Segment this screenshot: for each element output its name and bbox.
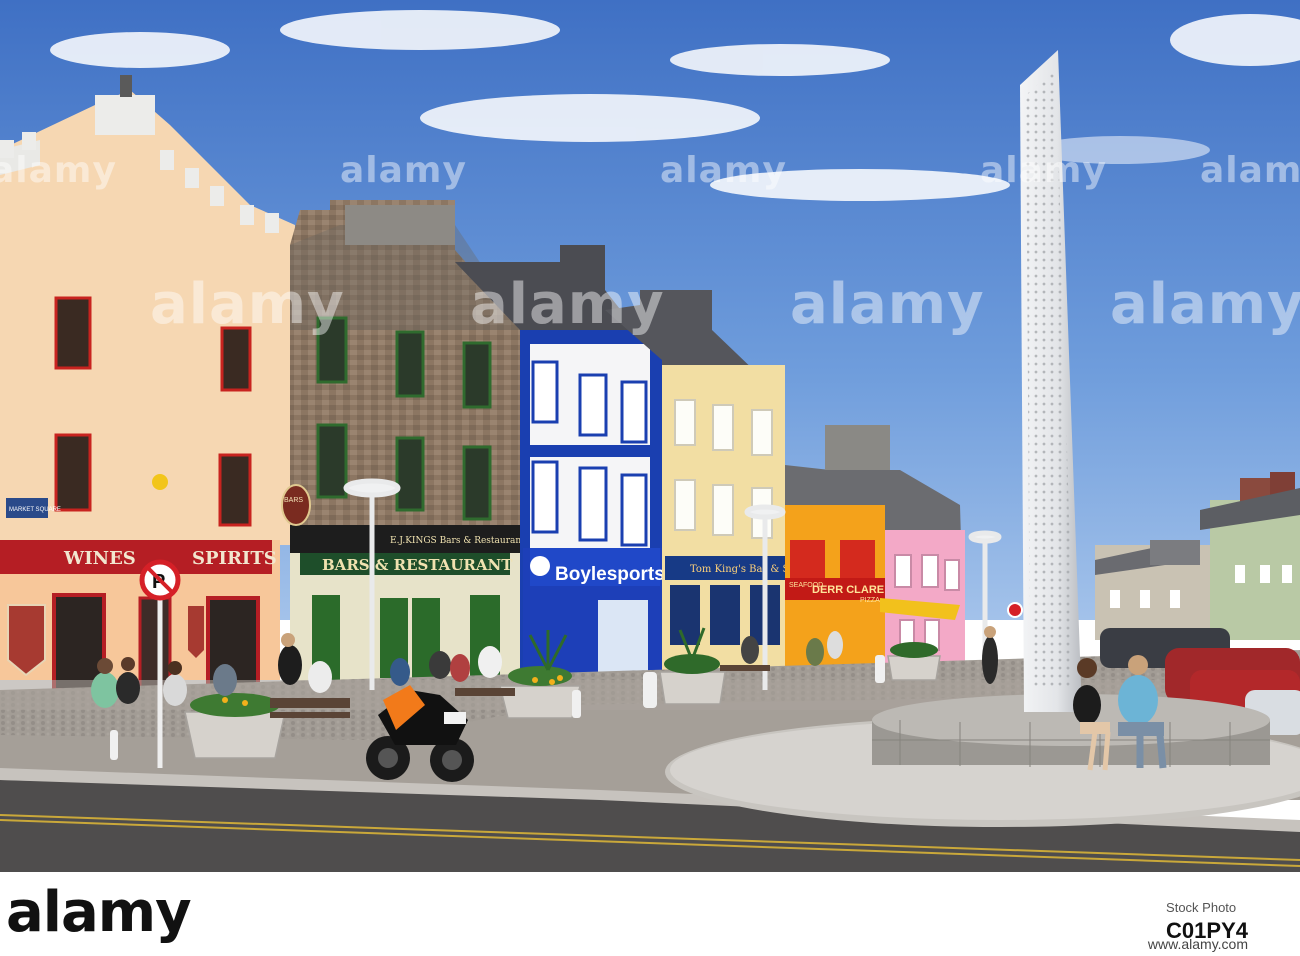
street-photo: WINES SPIRITS MARKET SQUARE E.J.KINGS Ba… [0,0,1300,872]
alamy-logo: alamy [6,880,192,945]
sign-market-square: MARKET SQUARE [9,507,61,513]
sign-pizza: PIZZA [860,597,880,604]
site-url: www.alamy.com [1147,936,1248,952]
sign-spirits: SPIRITS [192,548,277,569]
sign-wines: WINES [63,548,136,569]
sign-bars-oval: BARS [284,497,303,504]
round-sign [1007,602,1023,618]
sign-ej-kings-top: E.J.KINGS Bars & Restaurant [390,536,525,546]
sign-seafood: SEAFOOD [789,582,823,589]
stock-footer: alamy Stock Photo C01PY4 www.alamy.com [0,872,1300,956]
sign-bars-restaurant: BARS & RESTAURANT [322,556,513,574]
stock-label: Stock Photo [1166,900,1237,915]
